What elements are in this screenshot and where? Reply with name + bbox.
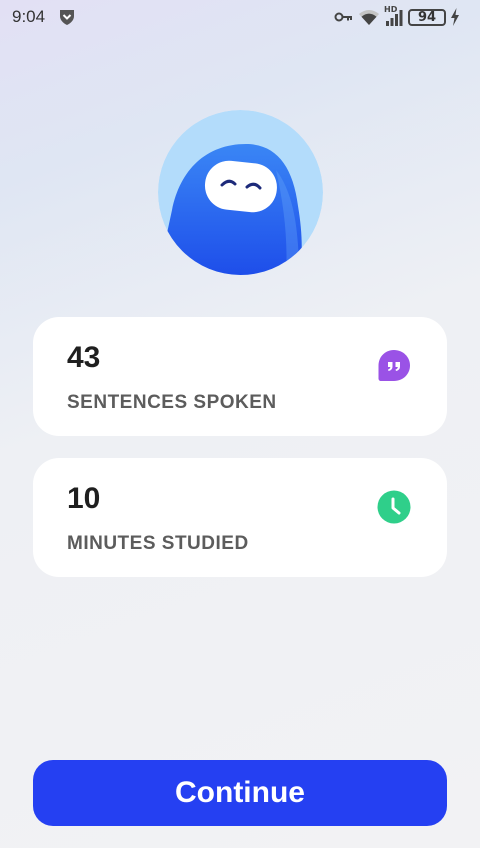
continue-button[interactable]: Continue: [33, 760, 447, 826]
status-time: 9:04: [12, 7, 46, 26]
battery-icon: 94: [408, 8, 446, 26]
minutes-label: MINUTES STUDIED: [67, 533, 249, 554]
sentences-count: 43: [67, 341, 101, 374]
mascot-avatar: [158, 110, 323, 275]
mascot-icon: [158, 110, 323, 275]
signal-indicator: HD: [384, 5, 404, 27]
charging-icon: [451, 8, 459, 26]
clock-icon: [377, 490, 411, 524]
key-icon: [334, 12, 352, 22]
minutes-count: 10: [67, 482, 101, 515]
stat-card-sentences: 43 SENTENCES SPOKEN: [33, 317, 447, 436]
sentences-label: SENTENCES SPOKEN: [67, 392, 277, 413]
status-icons: HD 94: [334, 5, 460, 28]
signal-icon: [386, 10, 403, 26]
stat-card-minutes: 10 MINUTES STUDIED: [33, 458, 447, 577]
wifi-icon: [359, 10, 379, 25]
battery-level: 94: [417, 9, 437, 25]
quote-bubble-icon: [378, 350, 410, 381]
status-bar: 9:04 HD 94: [0, 0, 480, 34]
shield-icon: [60, 10, 74, 25]
